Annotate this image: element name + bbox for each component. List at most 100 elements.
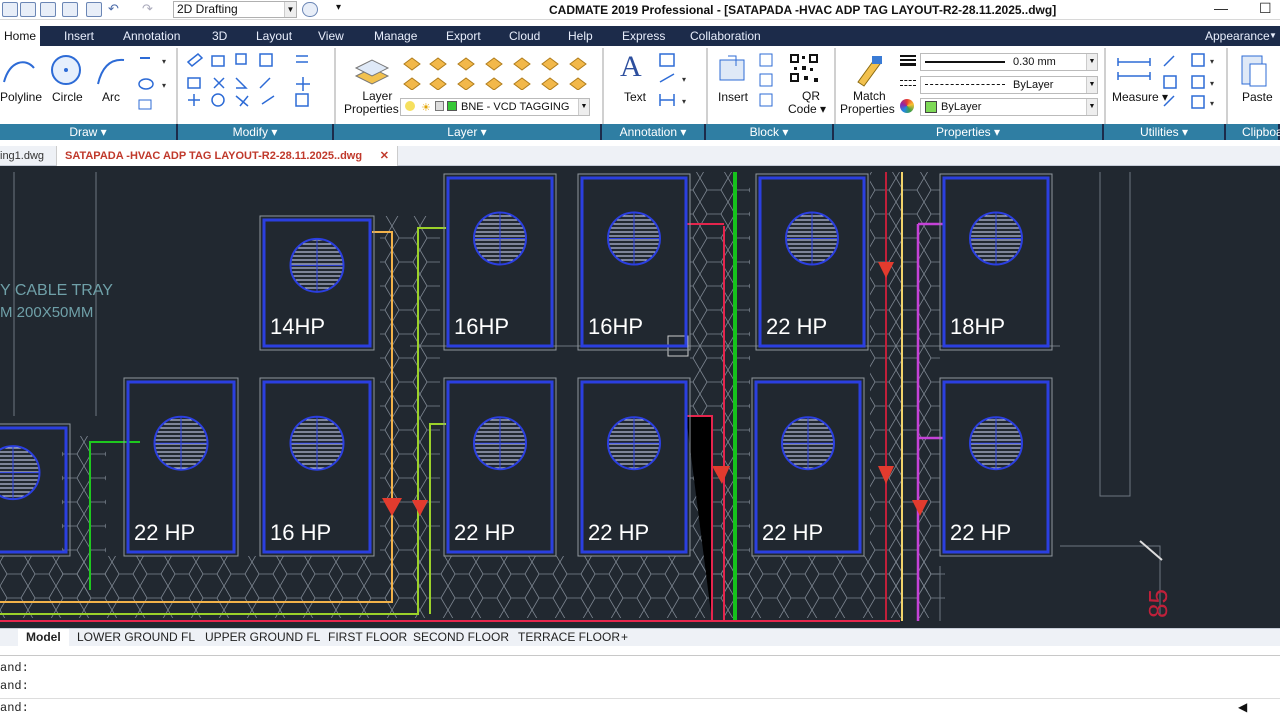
appearance-menu[interactable]: Appearance [1205, 26, 1270, 46]
insert-block-icon[interactable] [716, 52, 752, 88]
maximize-button[interactable]: ☐ [1259, 0, 1272, 17]
cable-tray-label-2: M 200X50MM [0, 304, 93, 321]
cad-drawing[interactable]: Y CABLE TRAY M 200X50MM 85 14HP 16HP 16HP 2… [0, 166, 1280, 628]
svg-text:▾: ▾ [162, 57, 166, 66]
layer-properties-label[interactable]: Layer Properties [344, 90, 399, 116]
tab-layout[interactable]: Layout [256, 26, 292, 46]
panel-title-block[interactable]: Block ▾ [706, 124, 834, 140]
qr-line2: Code ▾ [788, 102, 827, 116]
tab-manage[interactable]: Manage [374, 26, 417, 46]
minimize-button[interactable]: — [1214, 0, 1228, 16]
chevron-down-icon[interactable]: ▼ [1269, 26, 1277, 46]
draw-small-tools-icon[interactable]: ▾▾ [136, 52, 172, 112]
lineweight-select[interactable]: 0.30 mm ▼ [920, 53, 1098, 71]
workspace-select[interactable]: 2D Drafting ▼ [173, 1, 297, 18]
insert-label[interactable]: Insert [718, 90, 748, 104]
unit-capacity-label: 16HP [588, 314, 643, 339]
customize-quick-access-icon[interactable]: ▾ [336, 2, 352, 17]
tab-home[interactable]: Home [0, 26, 40, 46]
color-swatch [925, 101, 937, 113]
add-layout-button[interactable]: + [621, 629, 628, 647]
paste-label[interactable]: Paste [1242, 90, 1273, 104]
open-folder-icon[interactable] [20, 2, 36, 17]
workspace-switch-icon[interactable] [302, 2, 318, 17]
save-as-icon[interactable] [62, 2, 78, 17]
panel-title-utilities[interactable]: Utilities ▾ [1104, 124, 1226, 140]
tab-annotation[interactable]: Annotation [123, 26, 180, 46]
linetype-select[interactable]: ByLayer ▼ [920, 76, 1098, 94]
paste-icon[interactable] [1238, 52, 1270, 88]
layer-select[interactable]: ☀ BNE - VCD TAGGING ▼ [400, 98, 590, 116]
color-select[interactable]: ByLayer ▼ [920, 98, 1098, 116]
polyline-label[interactable]: Polyline [0, 90, 42, 104]
utilities-tools-icon[interactable]: ▾ ▾ ▾ [1160, 52, 1222, 112]
tab-cloud[interactable]: Cloud [509, 26, 540, 46]
drawing-canvas[interactable]: Y CABLE TRAY M 200X50MM 85 14HP 16HP 16HP 2… [0, 166, 1280, 628]
tab-model[interactable]: Model [18, 629, 69, 647]
panel-title-modify[interactable]: Modify ▾ [178, 124, 334, 140]
annotation-tools-icon[interactable]: ▾▾ [656, 52, 700, 112]
hvac-unit: 22 HP [939, 377, 1053, 557]
modify-tools-icon[interactable] [184, 52, 324, 116]
panel-title-annotation[interactable]: Annotation ▾ [602, 124, 706, 140]
text-label[interactable]: Text [624, 90, 646, 104]
hvac-unit: 18HP [939, 173, 1053, 351]
panel-divider [602, 48, 604, 124]
lineweight-icon [900, 54, 916, 68]
panel-title-layer[interactable]: Layer ▾ [334, 124, 602, 140]
tab-view[interactable]: View [318, 26, 344, 46]
linetype-sample [925, 84, 1005, 85]
command-prompt: and: [0, 701, 29, 715]
match-properties-label[interactable]: Match Properties [840, 90, 895, 116]
circle-label[interactable]: Circle [52, 90, 83, 104]
text-icon[interactable]: A [620, 50, 642, 84]
scroll-left-icon[interactable]: ◀ [1238, 700, 1247, 714]
circle-icon[interactable] [50, 54, 84, 88]
block-tools-icon[interactable] [756, 52, 780, 112]
tab-second-floor[interactable]: SECOND FLOOR [413, 629, 509, 647]
tab-3d[interactable]: 3D [212, 26, 227, 46]
arc-label[interactable]: Arc [102, 90, 120, 104]
tab-help[interactable]: Help [568, 26, 593, 46]
doc-tab-active[interactable]: SATAPADA -HVAC ADP TAG LAYOUT-R2-28.11.2… [56, 146, 398, 166]
ribbon-tab-bar: Home Insert Annotation 3D Layout View Ma… [0, 26, 1280, 46]
unit-capacity-label: 22 HP [762, 520, 823, 545]
tab-terrace-floor[interactable]: TERRACE FLOOR [518, 629, 620, 647]
panel-title-properties[interactable]: Properties ▾ [834, 124, 1104, 140]
command-input[interactable]: and: ◀ [0, 698, 1280, 718]
save-icon[interactable] [40, 2, 56, 17]
arc-icon[interactable] [94, 54, 128, 88]
print-icon[interactable] [86, 2, 102, 17]
panel-title-clipboard[interactable]: Clipboa [1226, 124, 1280, 140]
panel-divider [834, 48, 836, 124]
qr-code-icon[interactable] [788, 52, 820, 84]
lineweight-value: 0.30 mm [1013, 56, 1056, 68]
polyline-icon[interactable] [0, 54, 40, 88]
layer-properties-icon[interactable] [352, 52, 392, 92]
match-properties-icon[interactable] [850, 52, 886, 88]
linetype-value: ByLayer [1013, 79, 1054, 91]
layer-tools-icon[interactable] [400, 52, 600, 90]
level-mark: 85 [1143, 589, 1173, 618]
tab-first-floor[interactable]: FIRST FLOOR [328, 629, 407, 647]
layer-color-swatch [447, 101, 457, 111]
new-file-icon[interactable] [2, 2, 18, 17]
panel-title-utilities-text: Utilities [1139, 125, 1179, 139]
svg-text:▾: ▾ [162, 81, 166, 90]
tab-upper-ground-fl[interactable]: UPPER GROUND FL [205, 629, 320, 647]
undo-icon[interactable]: ↶ [108, 2, 128, 17]
tab-export[interactable]: Export [446, 26, 481, 46]
redo-icon[interactable]: ↷ [142, 2, 162, 17]
close-icon[interactable]: ✕ [380, 146, 389, 166]
tab-insert[interactable]: Insert [64, 26, 94, 46]
tab-express[interactable]: Express [622, 26, 665, 46]
qr-code-label[interactable]: QR Code ▾ [788, 90, 826, 116]
tab-collaboration[interactable]: Collaboration [690, 26, 761, 46]
hvac-unit: 22 HP [577, 377, 691, 557]
tab-lower-ground-fl[interactable]: LOWER GROUND FL [77, 629, 195, 647]
panel-title-draw[interactable]: Draw ▾ [0, 124, 178, 140]
hex-grating-bottom [0, 556, 945, 618]
measure-icon[interactable] [1116, 54, 1152, 86]
doc-tab-drawing1[interactable]: ing1.dwg [0, 146, 44, 166]
hvac-unit: 16HP [443, 173, 557, 351]
